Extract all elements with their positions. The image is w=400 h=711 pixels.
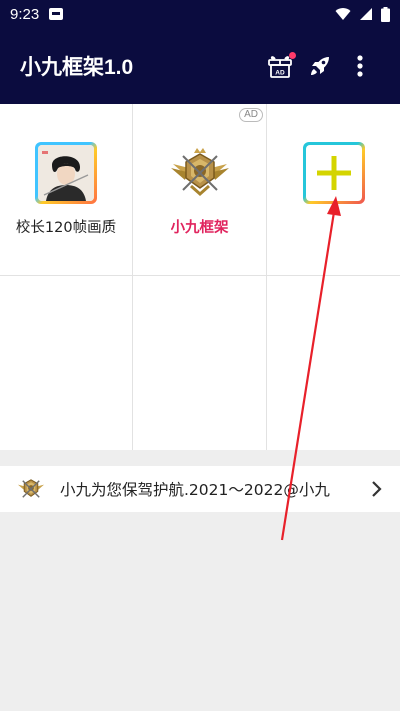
app-bar: 小九框架1.0 AD bbox=[0, 28, 400, 104]
grid-cell-profile[interactable]: 校长120帧画质 bbox=[0, 104, 133, 276]
add-icon bbox=[316, 156, 351, 190]
app-actions: AD bbox=[260, 46, 380, 86]
grid-cell-add[interactable] bbox=[267, 104, 400, 276]
tile-label: 小九框架 bbox=[170, 220, 229, 236]
grid-cell-framework[interactable]: AD 小九框架 bbox=[133, 104, 267, 276]
status-time: 9:23 bbox=[10, 5, 40, 23]
add-tile[interactable] bbox=[302, 142, 365, 204]
more-options-button[interactable] bbox=[340, 46, 380, 86]
rocket-icon bbox=[311, 57, 329, 75]
emblem-icon bbox=[16, 474, 46, 504]
tile-label: 校长120帧画质 bbox=[15, 220, 117, 236]
battery-icon bbox=[381, 6, 390, 22]
avatar bbox=[35, 142, 97, 204]
notice-text: 小九为您保驾护航.2021～2022@小九 bbox=[60, 481, 330, 499]
grid-cell-empty bbox=[0, 276, 133, 450]
grid-cell-empty bbox=[267, 276, 400, 450]
app-grid: 校长120帧画质 AD 小九框架 bbox=[0, 104, 400, 450]
app-title: 小九框架1.0 bbox=[20, 56, 134, 79]
gift-ad-button[interactable]: AD bbox=[260, 46, 300, 86]
notice-bar[interactable]: 小九为您保驾护航.2021～2022@小九 bbox=[0, 466, 400, 512]
emblem-image bbox=[169, 142, 231, 204]
status-bar: 9:23 bbox=[0, 0, 400, 28]
status-indicators bbox=[335, 6, 390, 22]
ad-badge: AD bbox=[239, 108, 263, 122]
grid-cell-empty bbox=[133, 276, 267, 450]
notification-dot bbox=[289, 52, 296, 59]
more-vert-icon bbox=[357, 55, 363, 77]
chevron-right-icon bbox=[372, 481, 382, 497]
avatar-image bbox=[38, 145, 94, 201]
signal-icon bbox=[360, 8, 372, 20]
gift-ad-label: AD bbox=[275, 70, 285, 77]
notification-icon bbox=[49, 8, 64, 20]
wifi-icon bbox=[335, 8, 351, 20]
rocket-button[interactable] bbox=[300, 46, 340, 86]
